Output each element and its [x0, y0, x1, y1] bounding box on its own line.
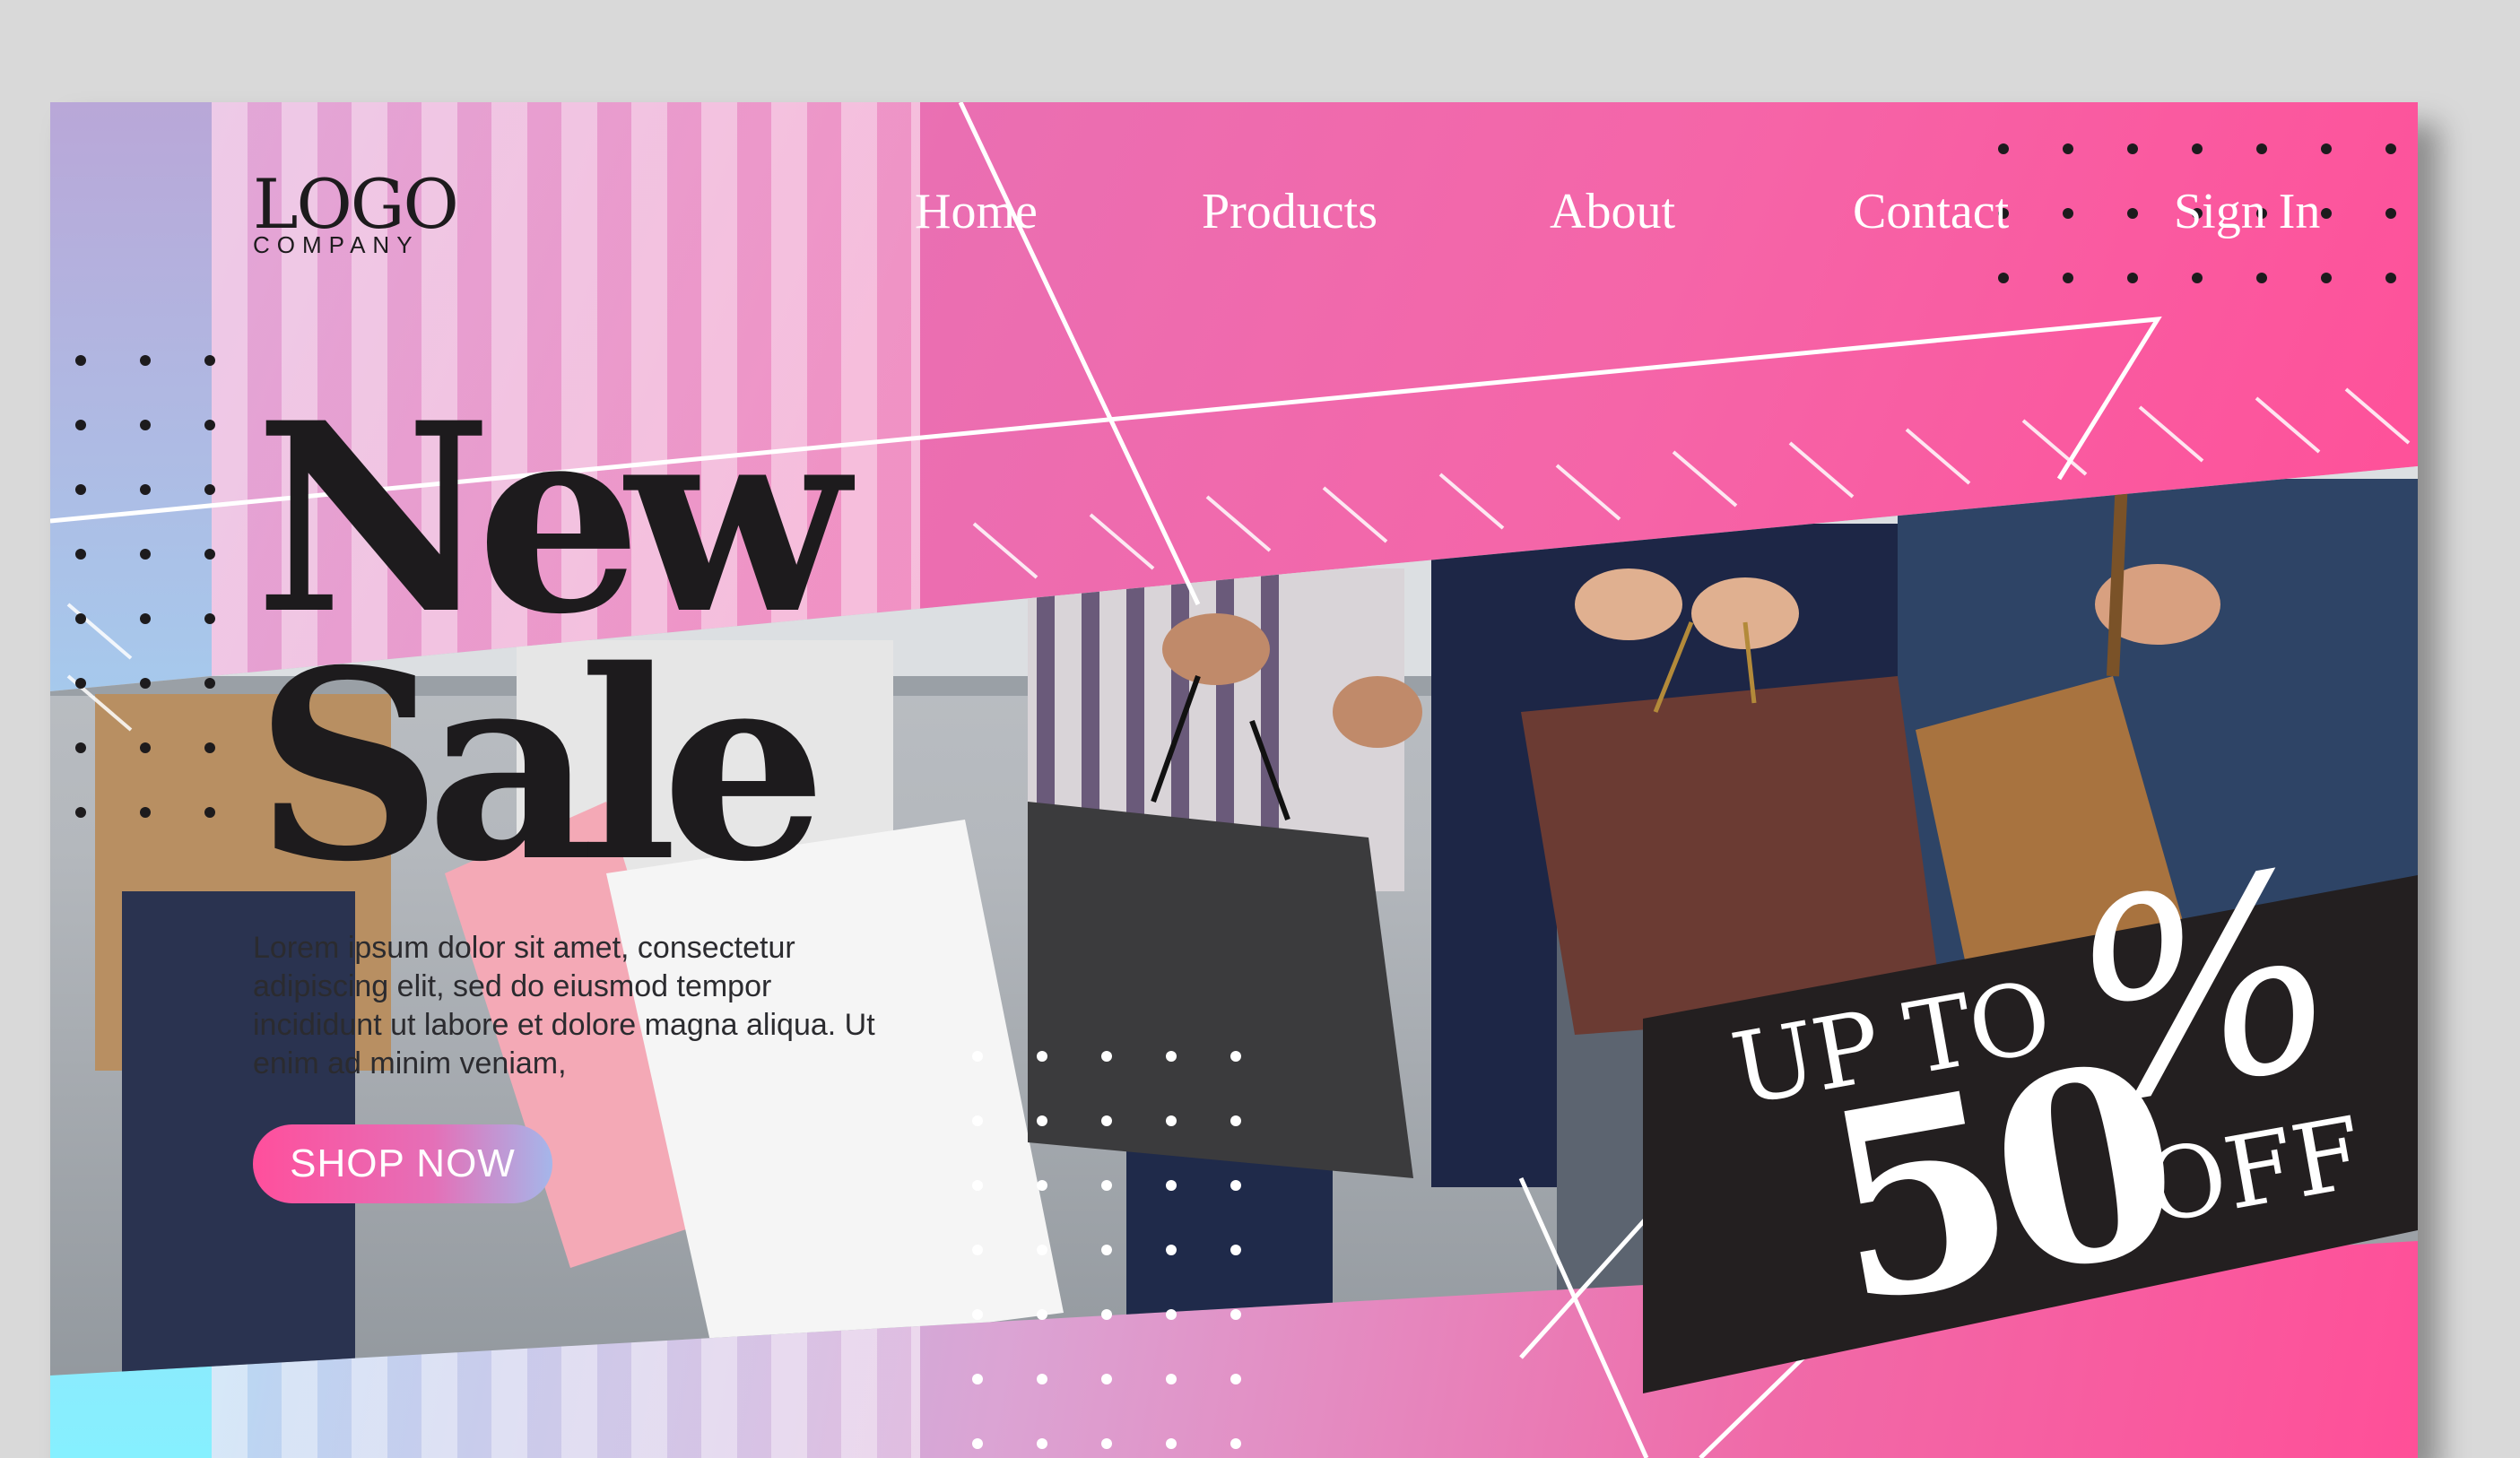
decor-dot — [1101, 1115, 1112, 1126]
decor-dot — [204, 678, 215, 689]
decor-dot — [2321, 143, 2332, 154]
decor-dot — [140, 484, 151, 495]
decor-dot — [972, 1438, 983, 1449]
decor-dot — [204, 484, 215, 495]
decor-dot — [204, 613, 215, 624]
decor-dot — [1037, 1051, 1047, 1062]
decor-dot — [1037, 1438, 1047, 1449]
decor-dot — [2321, 273, 2332, 283]
decor-dot — [204, 355, 215, 366]
decor-dot — [2127, 143, 2138, 154]
decor-dot — [2385, 273, 2396, 283]
shop-now-button[interactable]: SHOP NOW — [253, 1124, 552, 1203]
decor-dot — [972, 1309, 983, 1320]
decor-dot — [2385, 208, 2396, 219]
decor-dot — [1166, 1051, 1177, 1062]
decor-dot — [204, 549, 215, 560]
decor-dot — [2127, 208, 2138, 219]
decor-dot — [1166, 1245, 1177, 1255]
decor-dot — [1101, 1180, 1112, 1191]
decor-dot — [1166, 1438, 1177, 1449]
nav-home[interactable]: Home — [915, 183, 1038, 240]
decor-dot — [1101, 1374, 1112, 1384]
logo-mark: LOGO — [253, 164, 459, 244]
decor-dot — [1166, 1115, 1177, 1126]
nav-contact[interactable]: Contact — [1853, 183, 2009, 240]
decor-dot — [1166, 1309, 1177, 1320]
decor-dot — [140, 355, 151, 366]
decor-dot — [140, 742, 151, 753]
decor-dot — [75, 613, 86, 624]
decor-dot — [140, 678, 151, 689]
decor-dot — [1101, 1309, 1112, 1320]
decor-dot — [1230, 1051, 1241, 1062]
decor-dot — [75, 807, 86, 818]
decor-dot — [1037, 1309, 1047, 1320]
nav-about[interactable]: About — [1550, 183, 1675, 240]
decor-dot — [140, 549, 151, 560]
decor-dot — [75, 742, 86, 753]
headline-line-sale: Sale — [255, 614, 827, 919]
decor-dot — [2385, 143, 2396, 154]
decor-dot — [140, 807, 151, 818]
decor-dot — [1101, 1438, 1112, 1449]
decor-dot — [1037, 1245, 1047, 1255]
decor-dot — [2256, 143, 2267, 154]
decor-dot — [972, 1051, 983, 1062]
company-logo[interactable]: LOGO COMPANY — [253, 164, 459, 257]
hero-body-text: Lorem ipsum dolor sit amet, consectetur … — [253, 931, 875, 1080]
decor-dot — [75, 484, 86, 495]
decor-dot — [75, 678, 86, 689]
decor-dot — [1037, 1115, 1047, 1126]
decor-dot — [1230, 1438, 1241, 1449]
decor-dot — [1230, 1180, 1241, 1191]
decor-dot — [75, 549, 86, 560]
decor-dot — [1230, 1245, 1241, 1255]
decor-dot — [2192, 273, 2203, 283]
decor-dot — [2063, 208, 2073, 219]
decor-dot — [1166, 1180, 1177, 1191]
decor-dot — [140, 420, 151, 430]
decor-dot — [204, 807, 215, 818]
decor-dot — [2063, 143, 2073, 154]
decor-dot — [2063, 273, 2073, 283]
decor-dot — [1037, 1374, 1047, 1384]
decor-dot — [75, 420, 86, 430]
decor-dot — [1230, 1374, 1241, 1384]
decor-dot — [972, 1374, 983, 1384]
decor-dot — [1166, 1374, 1177, 1384]
decor-dot — [1037, 1180, 1047, 1191]
landing-page-card: UP TO % 50 OFF LOGO COMPANY Home Product… — [50, 102, 2418, 1458]
decor-dot — [1998, 273, 2009, 283]
decor-dot — [2321, 208, 2332, 219]
decor-dot — [972, 1180, 983, 1191]
decor-dot — [204, 420, 215, 430]
decor-dot — [2127, 273, 2138, 283]
decor-dot — [972, 1245, 983, 1255]
decor-dot — [1101, 1051, 1112, 1062]
decor-dot — [1230, 1309, 1241, 1320]
hero-headline: New Sale — [255, 367, 849, 919]
nav-sign-in[interactable]: Sign In — [2174, 183, 2320, 240]
nav-products[interactable]: Products — [1202, 183, 1377, 240]
headline-line-new: New — [255, 367, 849, 672]
decor-dot — [1230, 1115, 1241, 1126]
decor-dot — [1998, 143, 2009, 154]
decor-dot — [2256, 273, 2267, 283]
decor-dot — [1101, 1245, 1112, 1255]
decor-dot — [204, 742, 215, 753]
decor-dot — [972, 1115, 983, 1126]
decor-dot — [75, 355, 86, 366]
decor-dot — [140, 613, 151, 624]
decor-dot — [2192, 143, 2203, 154]
